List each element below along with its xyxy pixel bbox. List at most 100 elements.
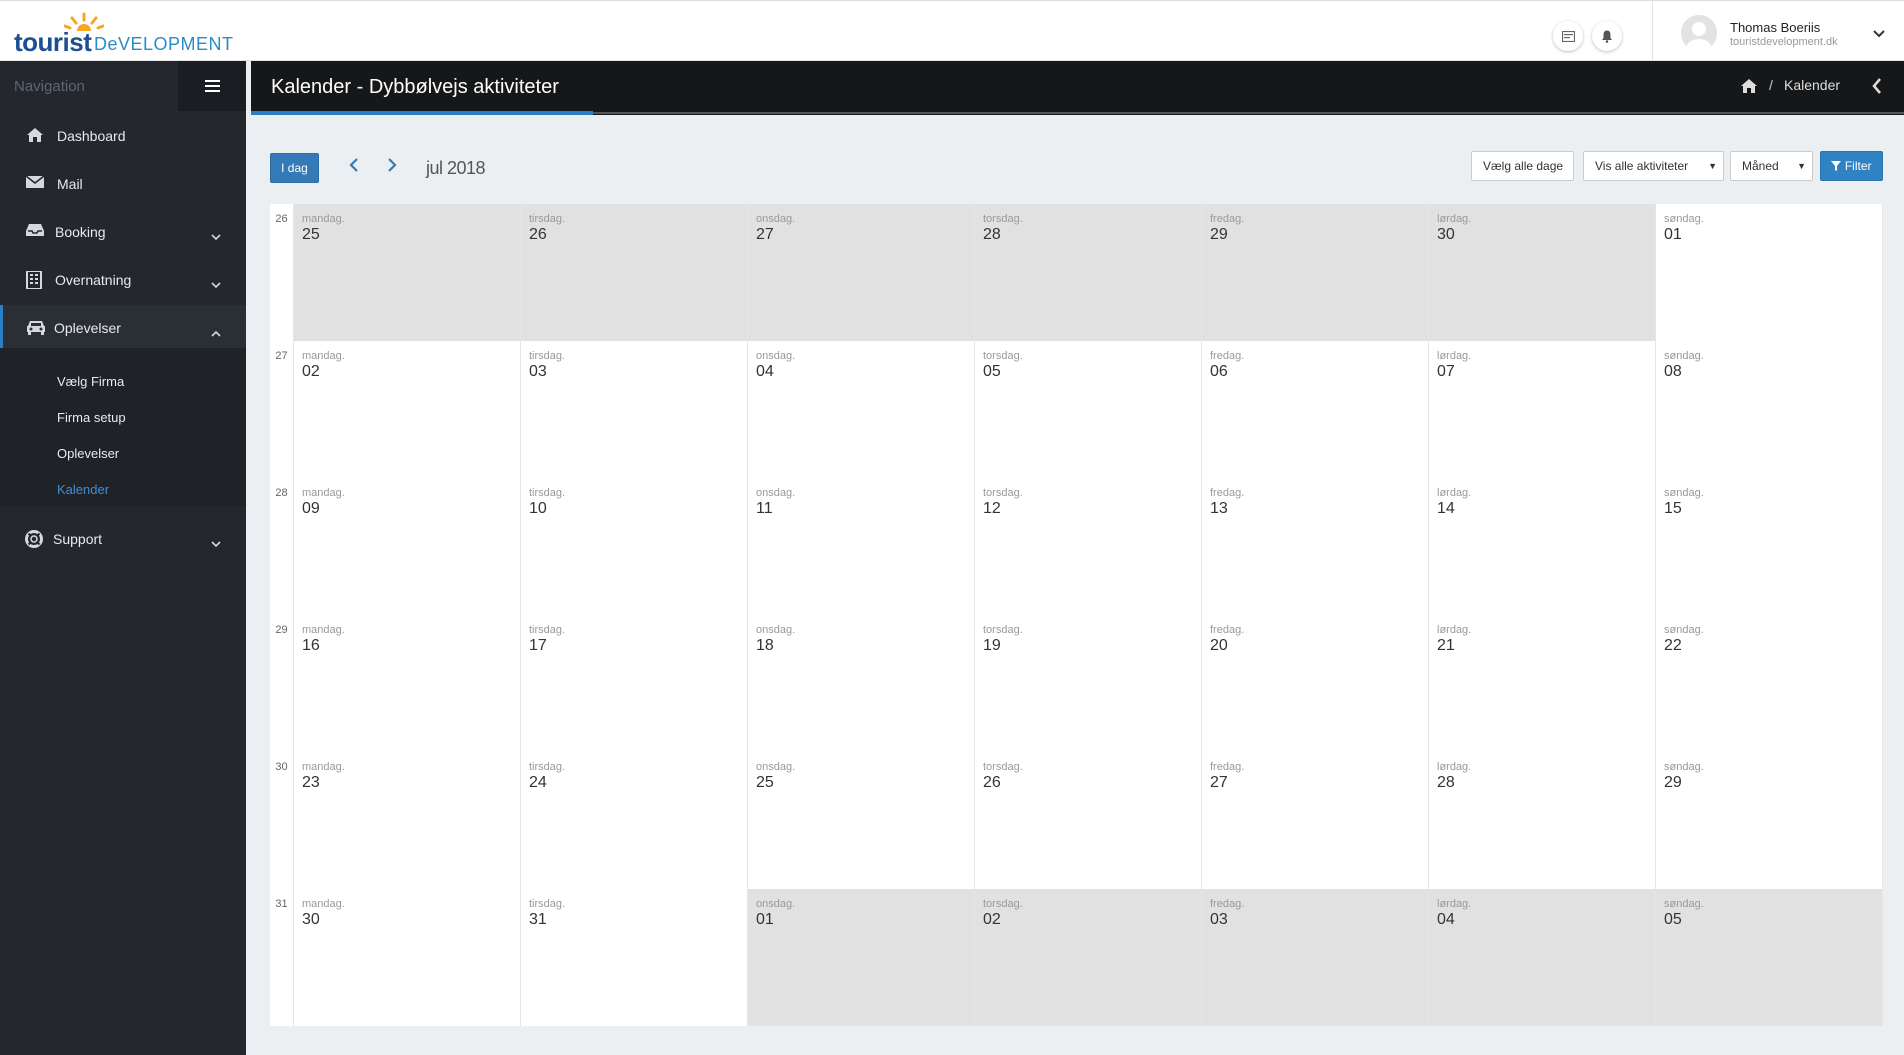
- day-number: 20: [1210, 637, 1228, 654]
- day-name: mandag.: [302, 213, 345, 225]
- submenu-item-kalender[interactable]: Kalender: [57, 482, 109, 497]
- day-name: tirsdag.: [529, 487, 566, 499]
- day-name: mandag.: [302, 898, 345, 910]
- calendar-day-cell[interactable]: mandag. 25: [294, 204, 521, 341]
- select-all-days-button[interactable]: Vælg alle dage: [1471, 151, 1574, 181]
- sidebar-item-label: Dashboard: [57, 128, 126, 144]
- day-name: lørdag.: [1437, 350, 1472, 362]
- day-number: 15: [1664, 500, 1682, 517]
- calendar-day-cell[interactable]: mandag. 30: [294, 889, 521, 1026]
- calendar-day-cell[interactable]: mandag. 16: [294, 615, 521, 752]
- calendar-day-cell[interactable]: tirsdag. 10: [521, 478, 748, 615]
- sidebar-item-overnatning[interactable]: Overnatning: [0, 257, 246, 305]
- day-number: 06: [1210, 363, 1228, 380]
- calendar-day-cell[interactable]: tirsdag. 17: [521, 615, 748, 752]
- calendar-day-cell[interactable]: tirsdag. 03: [521, 341, 748, 478]
- calendar-day-cell[interactable]: mandag. 09: [294, 478, 521, 615]
- day-name: lørdag.: [1437, 761, 1472, 773]
- calendar-day-cell[interactable]: søndag. 01: [1656, 204, 1883, 341]
- submenu-item-oplevelser[interactable]: Oplevelser: [57, 446, 119, 461]
- calendar-day-cell[interactable]: torsdag. 26: [975, 752, 1202, 889]
- calendar-day-cell[interactable]: lørdag. 28: [1429, 752, 1656, 889]
- calendar-day-cell[interactable]: fredag. 13: [1202, 478, 1429, 615]
- sidebar-item-mail[interactable]: Mail: [0, 161, 246, 209]
- calendar-day-cell[interactable]: søndag. 29: [1656, 752, 1883, 889]
- calendar-week-row: 29 mandag. 16 tirsdag. 17 onsdag. 18 torsdag. 19…: [270, 615, 1883, 752]
- calendar-day-cell[interactable]: torsdag. 12: [975, 478, 1202, 615]
- prev-month-button[interactable]: [349, 158, 359, 177]
- calendar-day-cell[interactable]: torsdag. 05: [975, 341, 1202, 478]
- calendar-day-cell[interactable]: onsdag. 25: [748, 752, 975, 889]
- day-name: søndag.: [1664, 487, 1704, 499]
- calendar-day-cell[interactable]: torsdag. 02: [975, 889, 1202, 1026]
- calendar-day-cell[interactable]: lørdag. 14: [1429, 478, 1656, 615]
- day-name: torsdag.: [983, 898, 1023, 910]
- sidebar-item-booking[interactable]: Booking: [0, 209, 246, 257]
- sidebar-item-support[interactable]: Support: [0, 516, 246, 564]
- day-number: 28: [983, 226, 1001, 243]
- envelope-icon: [25, 175, 46, 195]
- submenu-item-firma-setup[interactable]: Firma setup: [57, 410, 126, 425]
- day-number: 10: [529, 500, 547, 517]
- calendar-day-cell[interactable]: søndag. 05: [1656, 889, 1883, 1026]
- calendar-day-cell[interactable]: mandag. 23: [294, 752, 521, 889]
- sidebar-item-oplevelser[interactable]: Oplevelser: [0, 305, 246, 353]
- sidebar-item-label: Booking: [55, 224, 106, 240]
- day-name: mandag.: [302, 624, 345, 636]
- home-icon[interactable]: [1740, 78, 1758, 99]
- day-name: onsdag.: [756, 898, 796, 910]
- calendar-day-cell[interactable]: fredag. 03: [1202, 889, 1429, 1026]
- chevron-down-icon: [211, 228, 221, 244]
- chevron-left-icon[interactable]: [1872, 78, 1882, 99]
- sidebar: Navigation Dashboard Mail Booking Overna…: [0, 61, 246, 1055]
- filter-button[interactable]: Filter: [1820, 151, 1883, 181]
- calendar-day-cell[interactable]: fredag. 27: [1202, 752, 1429, 889]
- user-name[interactable]: Thomas Boeriis: [1730, 20, 1820, 35]
- user-silhouette-icon: [1681, 15, 1717, 51]
- calendar-day-cell[interactable]: fredag. 20: [1202, 615, 1429, 752]
- lifebuoy-icon: [25, 530, 45, 550]
- notifications-button[interactable]: [1592, 21, 1622, 51]
- avatar[interactable]: [1681, 15, 1717, 51]
- calendar-day-cell[interactable]: fredag. 29: [1202, 204, 1429, 341]
- menu-toggle-button[interactable]: [178, 61, 246, 111]
- day-number: 16: [302, 637, 320, 654]
- activities-select[interactable]: Vis alle aktiviteter ▼: [1583, 151, 1724, 181]
- day-name: torsdag.: [983, 350, 1023, 362]
- calendar-day-cell[interactable]: lørdag. 04: [1429, 889, 1656, 1026]
- calendar-day-cell[interactable]: søndag. 22: [1656, 615, 1883, 752]
- calendar-day-cell[interactable]: lørdag. 30: [1429, 204, 1656, 341]
- calendar-day-cell[interactable]: onsdag. 04: [748, 341, 975, 478]
- calendar-week-row: 31 mandag. 30 tirsdag. 31 onsdag. 01 torsdag. 02…: [270, 889, 1883, 1026]
- calendar-day-cell[interactable]: onsdag. 27: [748, 204, 975, 341]
- calendar-day-cell[interactable]: onsdag. 11: [748, 478, 975, 615]
- messages-button[interactable]: [1553, 21, 1583, 51]
- view-select[interactable]: Måned ▼: [1730, 151, 1813, 181]
- calendar-day-cell[interactable]: søndag. 15: [1656, 478, 1883, 615]
- today-button[interactable]: I dag: [270, 153, 319, 183]
- calendar-week-row: 26 mandag. 25 tirsdag. 26 onsdag. 27 torsdag. 28…: [270, 204, 1883, 341]
- next-month-button[interactable]: [387, 158, 397, 177]
- sidebar-item-label: Oplevelser: [54, 320, 121, 336]
- title-bottom-border: [593, 112, 1904, 114]
- calendar-day-cell[interactable]: tirsdag. 24: [521, 752, 748, 889]
- day-name: mandag.: [302, 350, 345, 362]
- calendar-day-cell[interactable]: mandag. 02: [294, 341, 521, 478]
- calendar-day-cell[interactable]: lørdag. 21: [1429, 615, 1656, 752]
- calendar-day-cell[interactable]: lørdag. 07: [1429, 341, 1656, 478]
- calendar-day-cell[interactable]: tirsdag. 26: [521, 204, 748, 341]
- calendar-day-cell[interactable]: søndag. 08: [1656, 341, 1883, 478]
- calendar-day-cell[interactable]: onsdag. 18: [748, 615, 975, 752]
- calendar-day-cell[interactable]: tirsdag. 31: [521, 889, 748, 1026]
- chevron-down-icon[interactable]: [1873, 25, 1885, 43]
- day-name: fredag.: [1210, 213, 1245, 225]
- calendar-day-cell[interactable]: fredag. 06: [1202, 341, 1429, 478]
- calendar-day-cell[interactable]: onsdag. 01: [748, 889, 975, 1026]
- calendar-day-cell[interactable]: torsdag. 19: [975, 615, 1202, 752]
- calendar-day-cell[interactable]: torsdag. 28: [975, 204, 1202, 341]
- sidebar-item-dashboard[interactable]: Dashboard: [0, 113, 246, 161]
- funnel-icon: [1831, 161, 1842, 171]
- submenu-item-vaelg-firma[interactable]: Vælg Firma: [57, 374, 124, 389]
- tourist-development-logo[interactable]: tourist DeVELOPMENT: [14, 9, 233, 57]
- week-number: 29: [270, 615, 294, 752]
